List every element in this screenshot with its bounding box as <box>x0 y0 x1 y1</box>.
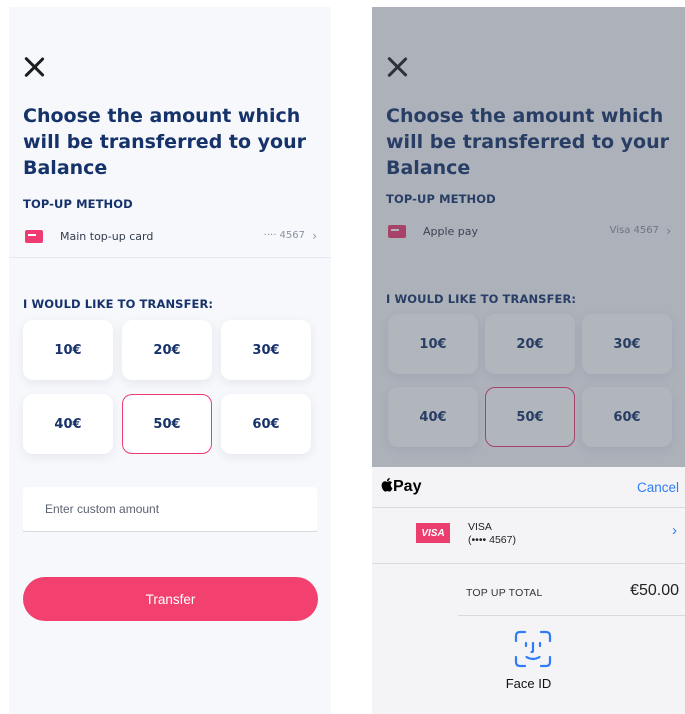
total-label: TOP UP TOTAL <box>466 587 543 599</box>
pay-sheet-header: Pay Cancel <box>372 467 685 507</box>
dim-overlay <box>372 7 685 467</box>
custom-amount-input[interactable] <box>23 487 317 531</box>
chevron-right-icon: › <box>672 522 677 539</box>
input-underline <box>23 531 317 532</box>
amount-option-10[interactable]: 10€ <box>23 320 113 380</box>
apple-pay-sheet: Pay Cancel VISA VISA (•••• 4567) › TOP U… <box>372 467 685 714</box>
top-up-method-row[interactable]: Main top-up card ···· 4567 › <box>9 222 331 252</box>
card-icon <box>25 230 43 243</box>
transfer-label: I WOULD LIKE TO TRANSFER: <box>23 297 214 311</box>
method-name: Main top-up card <box>60 230 154 243</box>
face-id-icon <box>514 630 552 668</box>
method-card-number: ···· 4567 <box>263 230 305 241</box>
close-icon[interactable] <box>22 55 46 79</box>
page-title: Choose the amount which will be transfer… <box>23 105 306 179</box>
top-up-method-label: TOP-UP METHOD <box>23 197 133 211</box>
pay-logo-text: Pay <box>393 478 422 495</box>
total-amount: €50.00 <box>630 582 679 599</box>
amount-option-30[interactable]: 30€ <box>221 320 311 380</box>
apple-icon <box>381 477 393 492</box>
divider <box>372 563 685 564</box>
divider <box>458 615 685 616</box>
transfer-button[interactable]: Transfer <box>23 577 318 621</box>
divider <box>9 257 331 258</box>
amount-option-50[interactable]: 50€ <box>122 394 212 454</box>
apple-pay-logo: Pay <box>380 477 421 496</box>
topup-screen: Choose the amount which will be transfer… <box>9 7 331 714</box>
amount-option-40[interactable]: 40€ <box>23 394 113 454</box>
card-name: VISA <box>468 521 492 533</box>
face-id-label: Face ID <box>505 676 552 691</box>
amount-option-60[interactable]: 60€ <box>221 394 311 454</box>
chevron-right-icon: › <box>312 229 317 243</box>
cancel-button[interactable]: Cancel <box>637 480 679 495</box>
amount-option-20[interactable]: 20€ <box>122 320 212 380</box>
apple-pay-screen: Choose the amount which will be transfer… <box>372 7 685 714</box>
visa-card-icon: VISA <box>416 523 450 543</box>
divider <box>372 507 685 508</box>
card-number: (•••• 4567) <box>468 534 516 546</box>
